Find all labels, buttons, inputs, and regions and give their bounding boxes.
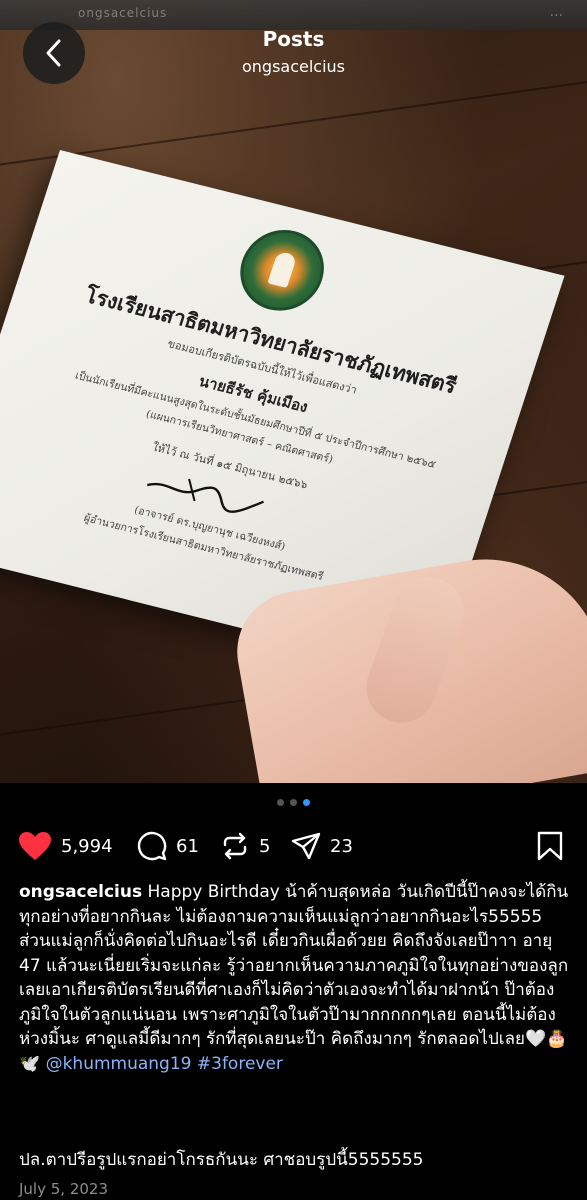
caption-hashtag[interactable]: #3forever: [197, 1054, 283, 1074]
post-photo[interactable]: ongsacelcius ... โรงเรียนสาธิตมหาวิทยาลั…: [0, 0, 587, 783]
seal-emblem: [267, 250, 298, 288]
comment-icon[interactable]: [137, 831, 167, 861]
heart-icon[interactable]: [18, 831, 52, 861]
carousel-indicator: [0, 799, 587, 806]
save-action[interactable]: [536, 830, 564, 862]
caption-username[interactable]: ongsacelcius: [19, 882, 142, 902]
caption-mention[interactable]: @khummuang19: [46, 1054, 192, 1074]
caption-ps: ปล.ตาปรีอรูปแรกอย่าโกรธกันนะ ศาชอบรูปนี้…: [19, 1150, 424, 1170]
header-username[interactable]: ongsacelcius: [0, 57, 587, 76]
send-icon[interactable]: [291, 831, 321, 861]
post-date: July 5, 2023: [19, 1180, 108, 1198]
carousel-dot-active: [303, 799, 310, 806]
like-count[interactable]: 5,994: [61, 836, 113, 857]
share-action[interactable]: 23: [291, 830, 353, 862]
university-seal: [229, 221, 335, 320]
like-action[interactable]: 5,994: [18, 830, 113, 862]
repost-action[interactable]: 5: [220, 830, 270, 862]
wood-grain: [0, 71, 587, 171]
bookmark-icon[interactable]: [536, 831, 564, 861]
blurred-top-strip: ongsacelcius ...: [0, 0, 587, 30]
repost-icon[interactable]: [220, 831, 250, 861]
repost-count[interactable]: 5: [259, 836, 270, 857]
blurred-username: ongsacelcius: [78, 6, 168, 20]
post-caption: ongsacelcius Happy Birthday น้าค้าบสุดหล…: [19, 880, 574, 1076]
carousel-dot: [277, 799, 284, 806]
caption-text: Happy Birthday น้าค้าบสุดหล่อ วันเกิดปีน…: [19, 882, 569, 1074]
page-title: Posts: [262, 27, 325, 51]
carousel-dot: [290, 799, 297, 806]
comment-action[interactable]: 61: [137, 830, 199, 862]
comment-count[interactable]: 61: [176, 836, 199, 857]
more-icon: ...: [549, 4, 563, 20]
share-count[interactable]: 23: [330, 836, 353, 857]
